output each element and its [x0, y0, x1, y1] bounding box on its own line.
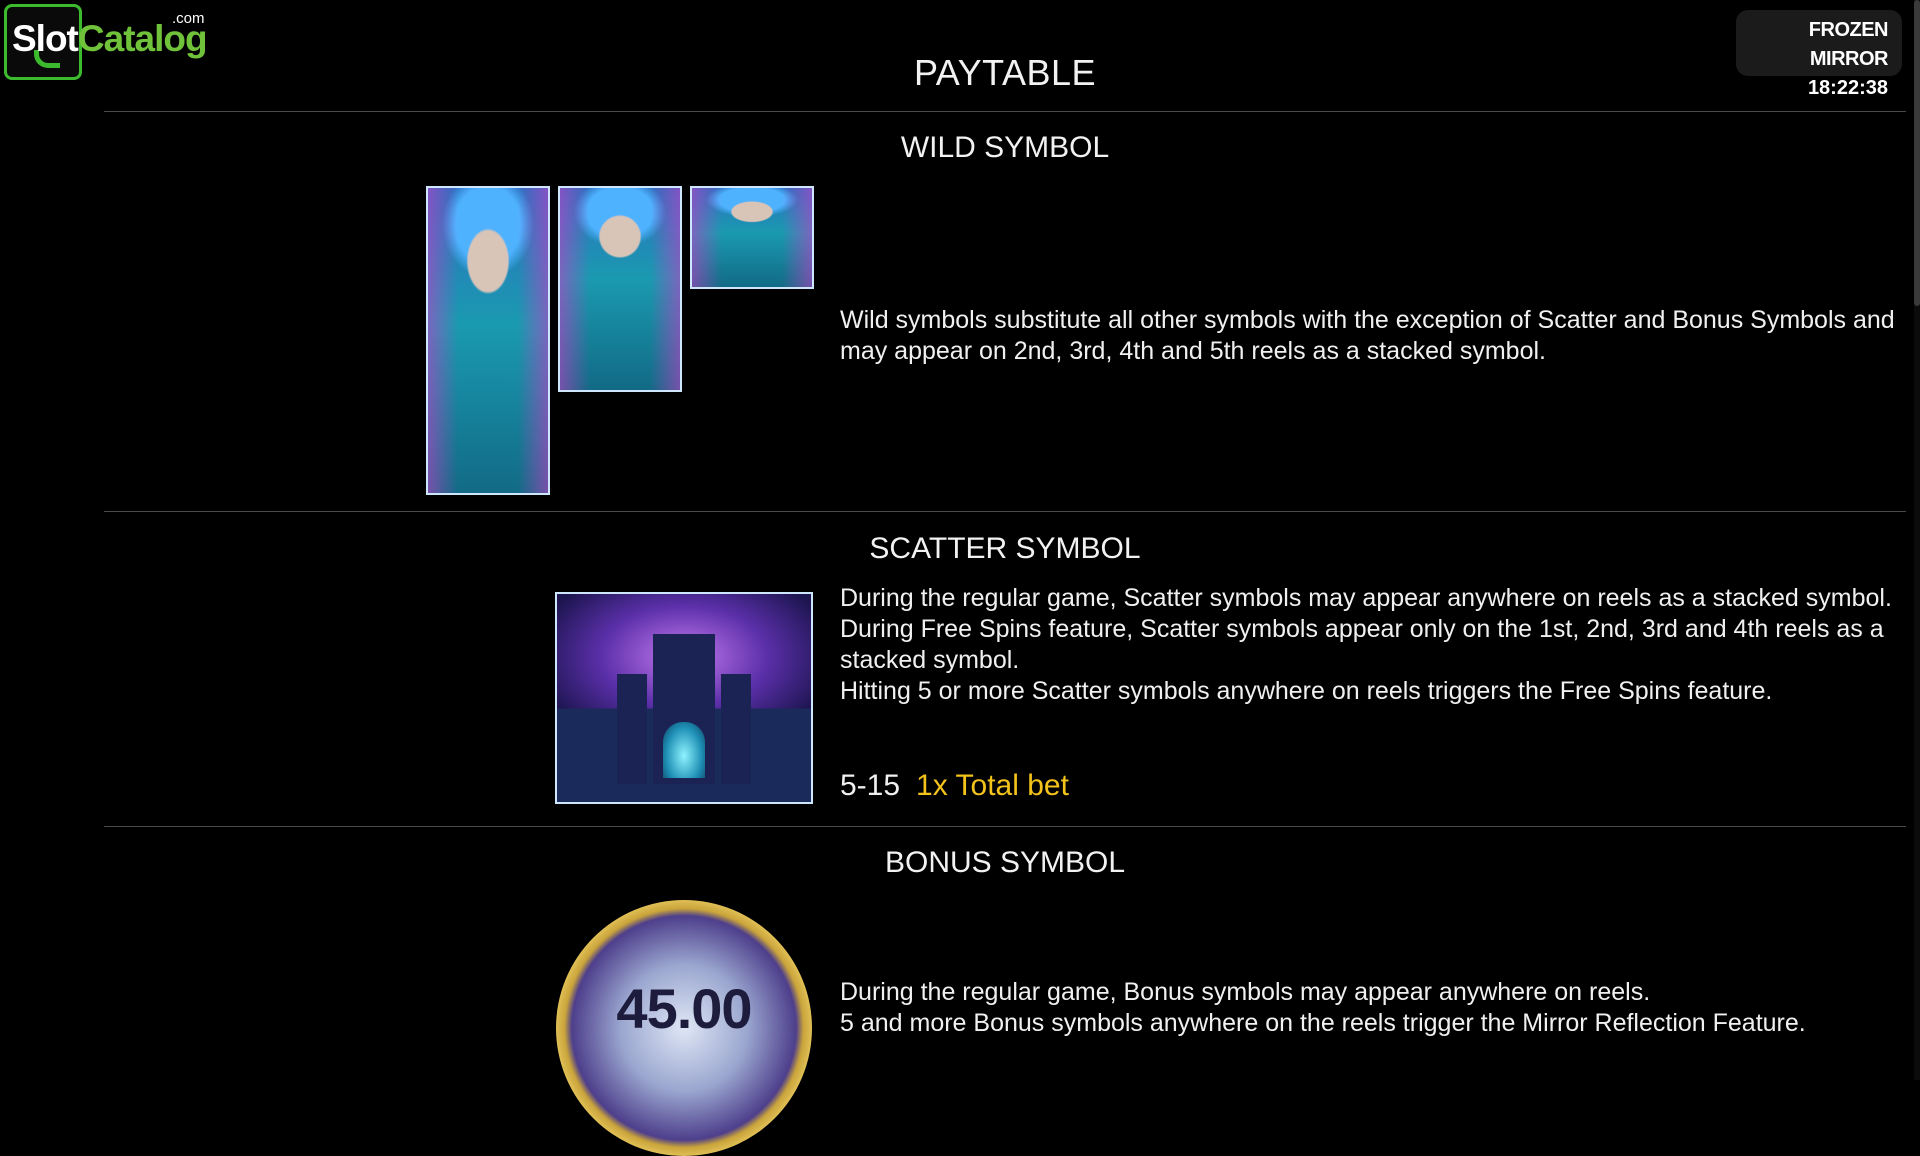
divider: [104, 111, 1906, 112]
bonus-line: During the regular game, Bonus symbols m…: [840, 978, 1651, 1006]
logo-suffix: .com: [172, 10, 205, 27]
bonus-coin-value: 45.00: [616, 977, 752, 1040]
scatter-line: During Free Spins feature, Scatter symbo…: [840, 615, 1884, 674]
divider: [104, 511, 1906, 512]
scatter-symbol: [555, 592, 813, 804]
scatter-line: During the regular game, Scatter symbols…: [840, 584, 1892, 612]
scatter-section-title: SCATTER SYMBOL: [869, 532, 1141, 565]
bonus-line: 5 and more Bonus symbols anywhere on the…: [840, 1009, 1806, 1037]
page-title: PAYTABLE: [913, 52, 1097, 93]
scatter-line: Hitting 5 or more Scatter symbols anywhe…: [840, 677, 1773, 705]
castle-tower-icon: [617, 674, 647, 784]
bonus-coin-symbol: 45.00: [556, 900, 812, 1156]
bonus-description: During the regular game, Bonus symbols m…: [840, 977, 1900, 1039]
castle-gate-icon: [663, 722, 705, 778]
wild-symbol-stack-medium: [558, 186, 682, 392]
wild-symbol-stack-tall: [426, 186, 550, 495]
scatter-payout-count: 5-15: [840, 769, 901, 802]
wild-symbol-single: [690, 186, 814, 289]
castle-tower-icon: [721, 674, 751, 784]
scatter-description: During the regular game, Scatter symbols…: [840, 583, 1900, 707]
scatter-payout-value: 1x Total bet: [916, 769, 1069, 802]
wild-section-title: WILD SYMBOL: [900, 131, 1110, 164]
divider: [104, 826, 1906, 827]
scatter-payout: 5-15 1x Total bet: [840, 769, 1069, 803]
wild-description: Wild symbols substitute all other symbol…: [840, 306, 1895, 365]
bonus-section-title: BONUS SYMBOL: [884, 846, 1126, 879]
